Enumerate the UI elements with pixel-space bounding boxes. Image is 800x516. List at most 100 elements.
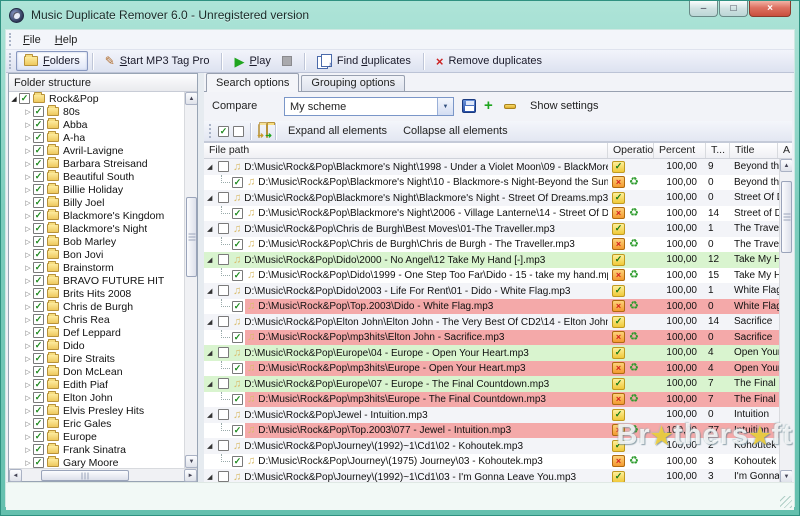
row-checkbox[interactable]: ✓ xyxy=(232,363,243,374)
tree-item[interactable]: ▷✓Def Leppard xyxy=(9,326,197,339)
recycle-operation-icon[interactable]: ♻ xyxy=(629,239,639,250)
play-button[interactable]: ▶ Play xyxy=(226,51,299,71)
save-scheme-button[interactable] xyxy=(462,99,476,113)
table-row[interactable]: ◢♫D:\Music\Rock&Pop\Elton John\Elton Joh… xyxy=(204,314,792,330)
table-row[interactable]: ◢♫D:\Music\Rock&Pop\Dido\2000 - No Angel… xyxy=(204,252,792,268)
row-checkbox[interactable] xyxy=(218,223,229,234)
tree-checkbox[interactable]: ✓ xyxy=(33,288,44,299)
tree-checkbox[interactable]: ✓ xyxy=(33,314,44,325)
tab-search-options[interactable]: Search options xyxy=(206,73,299,92)
tree-item[interactable]: ▷✓Bob Marley xyxy=(9,235,197,248)
table-row[interactable]: ✓♫D:\Music\Rock&Pop\Top.2003\077 - Jewel… xyxy=(204,423,792,439)
tree-checkbox[interactable]: ✓ xyxy=(33,132,44,143)
row-checkbox[interactable]: ✓ xyxy=(232,177,243,188)
recycle-operation-icon[interactable]: ♻ xyxy=(629,456,639,467)
expander-closed-icon[interactable]: ▷ xyxy=(23,160,33,168)
tree-checkbox[interactable]: ✓ xyxy=(33,379,44,390)
tree-item[interactable]: ▷✓Chris Rea xyxy=(9,313,197,326)
expander-closed-icon[interactable]: ▷ xyxy=(23,433,33,441)
tree-checkbox[interactable]: ✓ xyxy=(33,392,44,403)
row-expander-icon[interactable]: ◢ xyxy=(207,380,216,388)
table-scroll-up[interactable]: ▲ xyxy=(780,159,792,172)
expander-closed-icon[interactable]: ▷ xyxy=(23,264,33,272)
keep-operation-icon[interactable]: ✓ xyxy=(612,192,625,204)
table-row[interactable]: ✓♫D:\Music\Rock&Pop\Blackmore's Night\10… xyxy=(204,175,792,191)
column-header-operations[interactable]: Operations xyxy=(608,143,654,158)
table-row[interactable]: ◢♫D:\Music\Rock&Pop\Blackmore's Night\19… xyxy=(204,159,792,175)
row-expander-icon[interactable]: ◢ xyxy=(207,442,216,450)
table-row[interactable]: ✓♫D:\Music\Rock&Pop\Dido\1999 - One Step… xyxy=(204,268,792,284)
stop-icon[interactable] xyxy=(282,56,292,66)
delete-operation-icon[interactable]: × xyxy=(612,393,625,405)
expander-closed-icon[interactable]: ▷ xyxy=(23,381,33,389)
expander-closed-icon[interactable]: ▷ xyxy=(23,199,33,207)
row-expander-icon[interactable]: ◢ xyxy=(207,225,216,233)
tree-item[interactable]: ▷✓Beautiful South xyxy=(9,170,197,183)
maximize-button[interactable]: □ xyxy=(719,1,748,17)
tree-vscrollbar[interactable]: ▲ ▼ xyxy=(184,92,197,468)
tree-checkbox[interactable]: ✓ xyxy=(33,197,44,208)
tree-item[interactable]: ▷✓Edith Piaf xyxy=(9,378,197,391)
find-duplicates-button[interactable]: ♪ Find duplicates xyxy=(309,51,419,71)
expander-closed-icon[interactable]: ▷ xyxy=(23,394,33,402)
tree-checkbox[interactable]: ✓ xyxy=(33,145,44,156)
delete-operation-icon[interactable]: × xyxy=(612,331,625,343)
recycle-operation-icon[interactable]: ♻ xyxy=(629,332,639,343)
keep-operation-icon[interactable]: ✓ xyxy=(612,161,625,173)
tree-item[interactable]: ▷✓Eric Gales xyxy=(9,417,197,430)
remove-duplicates-button[interactable]: × Remove duplicates xyxy=(428,51,550,71)
tree-item[interactable]: ▷✓Don McLean xyxy=(9,365,197,378)
folders-button[interactable]: Folders xyxy=(16,51,88,71)
row-checkbox[interactable] xyxy=(218,409,229,420)
row-checkbox[interactable] xyxy=(218,471,229,482)
column-header-tracks[interactable]: T... xyxy=(706,143,730,158)
tree-checkbox[interactable]: ✓ xyxy=(33,184,44,195)
row-checkbox[interactable] xyxy=(218,440,229,451)
row-checkbox[interactable]: ✓ xyxy=(232,456,243,467)
delete-operation-icon[interactable]: × xyxy=(612,300,625,312)
tree-checkbox[interactable]: ✓ xyxy=(33,431,44,442)
expander-closed-icon[interactable]: ▷ xyxy=(23,329,33,337)
row-checkbox[interactable] xyxy=(218,161,229,172)
keep-operation-icon[interactable]: ✓ xyxy=(612,409,625,421)
table-row[interactable]: ◢♫D:\Music\Rock&Pop\Europe\07 - Europe -… xyxy=(204,376,792,392)
tree-item[interactable]: ▷✓BRAVO FUTURE HIT xyxy=(9,274,197,287)
tree-item[interactable]: ▷✓Avril-Lavigne xyxy=(9,144,197,157)
row-checkbox[interactable]: ✓ xyxy=(232,425,243,436)
table-row[interactable]: ✓♫D:\Music\Rock&Pop\Blackmore's Night\20… xyxy=(204,206,792,222)
tree-item[interactable]: ▷✓Europe xyxy=(9,430,197,443)
keep-operation-icon[interactable]: ✓ xyxy=(612,471,625,483)
tree-checkbox[interactable]: ✓ xyxy=(33,262,44,273)
recycle-operation-icon[interactable]: ♻ xyxy=(629,363,639,374)
recycle-operation-icon[interactable]: ♻ xyxy=(629,177,639,188)
tree-scroll-down[interactable]: ▼ xyxy=(185,455,197,468)
tree-scroll-left[interactable]: ◄ xyxy=(9,469,22,482)
expander-closed-icon[interactable]: ▷ xyxy=(23,212,33,220)
row-expander-icon[interactable]: ◢ xyxy=(207,287,216,295)
tree-item[interactable]: ▷✓Blackmore's Kingdom xyxy=(9,209,197,222)
row-expander-icon[interactable]: ◢ xyxy=(207,349,216,357)
tree-item[interactable]: ◢✓Rock&Pop xyxy=(9,92,197,105)
tree-item[interactable]: ▷✓Bon Jovi xyxy=(9,248,197,261)
keep-operation-icon[interactable]: ✓ xyxy=(612,378,625,390)
delete-operation-icon[interactable]: × xyxy=(612,362,625,374)
row-expander-icon[interactable]: ◢ xyxy=(207,411,216,419)
expand-all-button[interactable]: Expand all elements xyxy=(280,125,395,137)
row-checkbox[interactable]: ✓ xyxy=(232,301,243,312)
tree-checkbox[interactable]: ✓ xyxy=(33,236,44,247)
tree-checkbox[interactable]: ✓ xyxy=(33,249,44,260)
keep-operation-icon[interactable]: ✓ xyxy=(612,440,625,452)
expander-closed-icon[interactable]: ▷ xyxy=(23,355,33,363)
table-row[interactable]: ◢♫D:\Music\Rock&Pop\Jewel - Intuition.mp… xyxy=(204,407,792,423)
table-row[interactable]: ◢♫D:\Music\Rock&Pop\Chris de Burgh\Best … xyxy=(204,221,792,237)
expander-closed-icon[interactable]: ▷ xyxy=(23,173,33,181)
table-row[interactable]: ✓♫D:\Music\Rock&Pop\mp3hits\Europe - Ope… xyxy=(204,361,792,377)
delete-operation-icon[interactable]: × xyxy=(612,269,625,281)
expander-closed-icon[interactable]: ▷ xyxy=(23,134,33,142)
expander-closed-icon[interactable]: ▷ xyxy=(23,342,33,350)
table-vscroll-thumb[interactable] xyxy=(781,181,792,253)
tree-item[interactable]: ▷✓Dire Straits xyxy=(9,352,197,365)
row-checkbox[interactable]: ✓ xyxy=(232,332,243,343)
remove-scheme-button[interactable] xyxy=(504,104,516,109)
tree-checkbox[interactable]: ✓ xyxy=(33,171,44,182)
